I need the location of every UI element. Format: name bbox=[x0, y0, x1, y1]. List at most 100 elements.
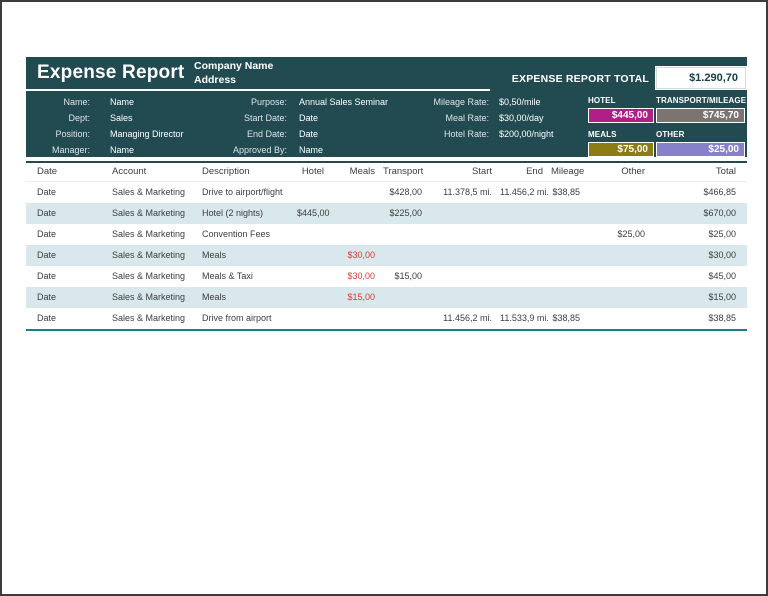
cell-description[interactable]: Drive from airport bbox=[192, 308, 297, 329]
expense-report-total-label: EXPENSE REPORT TOTAL bbox=[512, 73, 649, 85]
cell-hotel[interactable] bbox=[297, 224, 332, 245]
cell-hotel[interactable]: $445,00 bbox=[297, 203, 332, 224]
cell-mileage[interactable] bbox=[551, 224, 588, 245]
cell-other[interactable] bbox=[588, 245, 653, 266]
cell-mileage[interactable] bbox=[551, 203, 588, 224]
approved-by-field[interactable]: Name bbox=[299, 145, 323, 155]
cell-account[interactable]: Sales & Marketing bbox=[102, 182, 192, 203]
cell-start[interactable] bbox=[430, 224, 500, 245]
cell-hotel[interactable] bbox=[297, 308, 332, 329]
cell-transport[interactable] bbox=[383, 308, 430, 329]
cell-hotel[interactable] bbox=[297, 266, 332, 287]
cell-total[interactable]: $466,85 bbox=[653, 182, 747, 203]
end-date-field[interactable]: Date bbox=[299, 129, 318, 139]
cell-account[interactable]: Sales & Marketing bbox=[102, 224, 192, 245]
company-name[interactable]: Company Name bbox=[194, 59, 273, 73]
cell-transport[interactable]: $225,00 bbox=[383, 203, 430, 224]
cell-other[interactable] bbox=[588, 266, 653, 287]
cell-end[interactable] bbox=[500, 287, 551, 308]
cell-transport[interactable]: $15,00 bbox=[383, 266, 430, 287]
cell-description[interactable]: Meals bbox=[192, 245, 297, 266]
cell-start[interactable] bbox=[430, 266, 500, 287]
cell-mileage[interactable] bbox=[551, 245, 588, 266]
cell-description[interactable]: Drive to airport/flight bbox=[192, 182, 297, 203]
cell-mileage[interactable]: $38,85 bbox=[551, 308, 588, 329]
cell-hotel[interactable] bbox=[297, 245, 332, 266]
name-field[interactable]: Name bbox=[110, 97, 134, 107]
company-address[interactable]: Address bbox=[194, 73, 273, 87]
cell-end[interactable]: 11.533,9 mi. bbox=[500, 308, 551, 329]
cell-date[interactable]: Date bbox=[26, 245, 102, 266]
cell-account[interactable]: Sales & Marketing bbox=[102, 287, 192, 308]
name-label: Name: bbox=[26, 94, 90, 110]
cell-start[interactable]: 11.456,2 mi. bbox=[430, 308, 500, 329]
cell-total[interactable]: $670,00 bbox=[653, 203, 747, 224]
cell-date[interactable]: Date bbox=[26, 266, 102, 287]
cell-total[interactable]: $45,00 bbox=[653, 266, 747, 287]
cell-start[interactable]: 11.378,5 mi. bbox=[430, 182, 500, 203]
cell-description[interactable]: Hotel (2 nights) bbox=[192, 203, 297, 224]
cell-account[interactable]: Sales & Marketing bbox=[102, 203, 192, 224]
expense-report-total-value: $1.290,70 bbox=[655, 66, 747, 90]
cell-transport[interactable] bbox=[383, 245, 430, 266]
cell-account[interactable]: Sales & Marketing bbox=[102, 245, 192, 266]
cell-transport[interactable] bbox=[383, 224, 430, 245]
cell-end[interactable] bbox=[500, 266, 551, 287]
cell-total[interactable]: $38,85 bbox=[653, 308, 747, 329]
manager-field[interactable]: Name bbox=[110, 145, 134, 155]
cell-mileage[interactable]: $38,85 bbox=[551, 182, 588, 203]
table-row: DateSales & MarketingConvention Fees $25,… bbox=[26, 224, 747, 245]
cell-transport[interactable] bbox=[383, 287, 430, 308]
cell-end[interactable] bbox=[500, 203, 551, 224]
cell-account[interactable]: Sales & Marketing bbox=[102, 266, 192, 287]
cell-start[interactable] bbox=[430, 287, 500, 308]
cell-mileage[interactable] bbox=[551, 266, 588, 287]
cell-other[interactable] bbox=[588, 287, 653, 308]
mileage-rate-field[interactable]: $0,50/mile bbox=[499, 97, 541, 107]
cell-other[interactable] bbox=[588, 203, 653, 224]
cell-meals[interactable] bbox=[332, 224, 383, 245]
cell-account[interactable]: Sales & Marketing bbox=[102, 308, 192, 329]
cell-meals[interactable] bbox=[332, 203, 383, 224]
position-field[interactable]: Managing Director bbox=[110, 129, 184, 139]
cell-other[interactable]: $25,00 bbox=[588, 224, 653, 245]
cell-description[interactable]: Meals & Taxi bbox=[192, 266, 297, 287]
meal-rate-field[interactable]: $30,00/day bbox=[499, 113, 544, 123]
cell-mileage[interactable] bbox=[551, 287, 588, 308]
column-header-start: Start bbox=[430, 163, 500, 181]
cell-start[interactable] bbox=[430, 203, 500, 224]
cell-date[interactable]: Date bbox=[26, 203, 102, 224]
cell-end[interactable] bbox=[500, 224, 551, 245]
cell-hotel[interactable] bbox=[297, 182, 332, 203]
transport-mileage-total: TRANSPORT/MILEAGE $745,70 bbox=[656, 96, 745, 123]
end-date-label: End Date: bbox=[176, 126, 287, 142]
cell-date[interactable]: Date bbox=[26, 224, 102, 245]
cell-meals[interactable]: $30,00 bbox=[332, 245, 383, 266]
cell-meals[interactable]: $15,00 bbox=[332, 287, 383, 308]
cell-transport[interactable]: $428,00 bbox=[383, 182, 430, 203]
start-date-field[interactable]: Date bbox=[299, 113, 318, 123]
table-body: DateSales & MarketingDrive to airport/fl… bbox=[26, 182, 747, 329]
cell-meals[interactable] bbox=[332, 308, 383, 329]
cell-hotel[interactable] bbox=[297, 287, 332, 308]
cell-date[interactable]: Date bbox=[26, 287, 102, 308]
dept-field[interactable]: Sales bbox=[110, 113, 133, 123]
cell-start[interactable] bbox=[430, 245, 500, 266]
transport-mileage-total-label: TRANSPORT/MILEAGE bbox=[656, 96, 745, 105]
cell-end[interactable] bbox=[500, 245, 551, 266]
cell-other[interactable] bbox=[588, 308, 653, 329]
cell-description[interactable]: Meals bbox=[192, 287, 297, 308]
cell-date[interactable]: Date bbox=[26, 308, 102, 329]
cell-end[interactable]: 11.456,2 mi. bbox=[500, 182, 551, 203]
cell-description[interactable]: Convention Fees bbox=[192, 224, 297, 245]
hotel-rate-field[interactable]: $200,00/night bbox=[499, 129, 554, 139]
column-header-end: End bbox=[500, 163, 551, 181]
cell-total[interactable]: $15,00 bbox=[653, 287, 747, 308]
cell-total[interactable]: $30,00 bbox=[653, 245, 747, 266]
cell-meals[interactable] bbox=[332, 182, 383, 203]
cell-total[interactable]: $25,00 bbox=[653, 224, 747, 245]
cell-date[interactable]: Date bbox=[26, 182, 102, 203]
cell-other[interactable] bbox=[588, 182, 653, 203]
column-header-date: Date bbox=[26, 163, 102, 181]
cell-meals[interactable]: $30,00 bbox=[332, 266, 383, 287]
